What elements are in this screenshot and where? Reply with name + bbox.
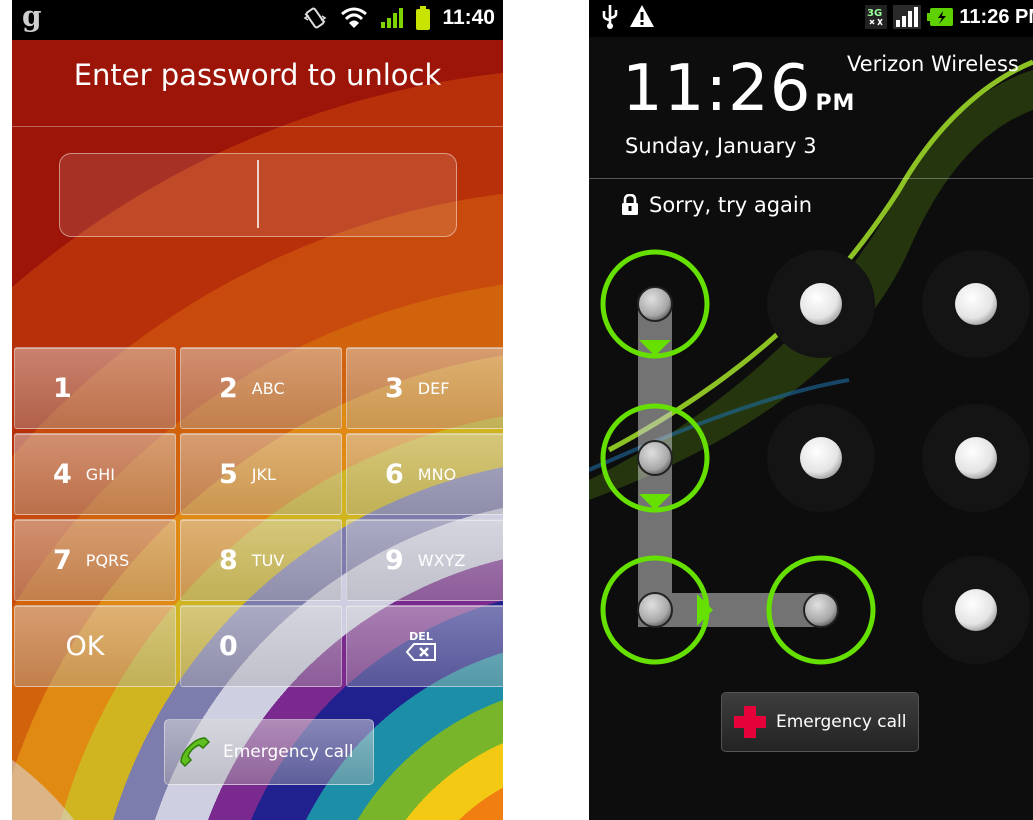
pattern-dot-9[interactable] (955, 589, 997, 631)
key-8[interactable]: 8 TUV (180, 519, 342, 601)
key-letters: WXYZ (417, 550, 466, 570)
key-digit: 0 (219, 630, 238, 662)
status-time: 11:40 (442, 6, 495, 29)
pattern-dot-4[interactable] (637, 440, 673, 476)
divider (12, 126, 503, 127)
delete-key[interactable]: DEL (346, 605, 503, 687)
emergency-call-label: Emergency call (776, 712, 907, 732)
key-digit: 1 (53, 372, 72, 404)
pattern-lock-screen: 3G 11:26 PM 11:26PM Verizon Wireless Sun… (589, 0, 1033, 820)
key-letters: DEF (417, 378, 450, 398)
key-digit: 5 (219, 458, 238, 490)
google-app-icon: g (22, 0, 42, 33)
key-0[interactable]: 0 (180, 605, 342, 687)
pattern-dot-5[interactable] (800, 437, 842, 479)
key-letters: JKL (251, 464, 276, 484)
emergency-call-button[interactable]: Emergency call (721, 692, 919, 752)
password-lock-screen: g 11:40 Enter password to unlock 1 2 ABC… (12, 0, 503, 820)
numeric-keypad: 1 2 ABC 3 DEF 4 GHI 5 JKL 6 MNO 7 PQRS 8 (14, 347, 503, 687)
phone-icon (180, 737, 211, 768)
backspace-icon (405, 642, 436, 661)
key-4[interactable]: 4 GHI (14, 433, 176, 515)
key-letters: MNO (417, 464, 457, 484)
red-cross-icon (734, 706, 766, 738)
key-9[interactable]: 9 WXYZ (346, 519, 503, 601)
key-digit: 2 (219, 372, 238, 404)
pattern-dot-8[interactable] (803, 592, 839, 628)
vibrate-icon (303, 7, 327, 29)
key-3[interactable]: 3 DEF (346, 347, 503, 429)
key-letters: ABC (251, 378, 285, 398)
delete-label: DEL (409, 629, 433, 643)
pattern-dot-6[interactable] (955, 437, 997, 479)
pattern-dot-2[interactable] (800, 283, 842, 325)
key-letters: GHI (85, 464, 115, 484)
key-2[interactable]: 2 ABC (180, 347, 342, 429)
wifi-icon (341, 7, 368, 28)
signal-icon (381, 8, 404, 28)
emergency-call-label: Emergency call (223, 742, 354, 762)
key-digit: 6 (385, 458, 404, 490)
ok-key[interactable]: OK (14, 605, 176, 687)
key-digit: 9 (385, 544, 404, 576)
key-7[interactable]: 7 PQRS (14, 519, 176, 601)
status-bar: g 11:40 (12, 0, 503, 40)
emergency-call-button[interactable]: Emergency call (164, 719, 374, 785)
text-cursor (257, 160, 259, 228)
pattern-dot-1[interactable] (637, 286, 673, 322)
key-letters: TUV (251, 550, 285, 570)
key-digit: 7 (53, 544, 72, 576)
key-digit: 3 (385, 372, 404, 404)
pattern-dot-7[interactable] (637, 592, 673, 628)
pattern-dot-3[interactable] (955, 283, 997, 325)
password-input[interactable] (59, 153, 457, 237)
ok-label: OK (65, 630, 105, 662)
key-digit: 4 (53, 458, 72, 490)
key-6[interactable]: 6 MNO (346, 433, 503, 515)
key-digit: 8 (219, 544, 238, 576)
page-title: Enter password to unlock (73, 58, 442, 92)
key-5[interactable]: 5 JKL (180, 433, 342, 515)
key-1[interactable]: 1 (14, 347, 176, 429)
key-letters: PQRS (85, 550, 130, 570)
battery-icon (416, 6, 431, 30)
